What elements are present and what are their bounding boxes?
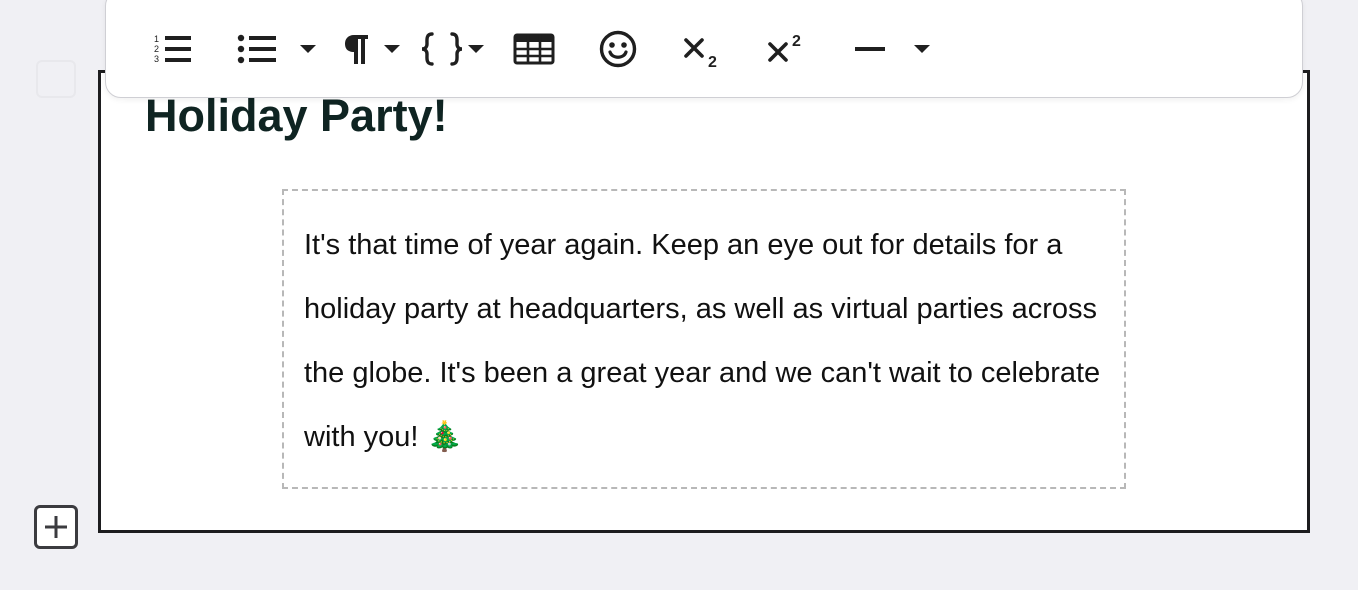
emoji-icon[interactable] — [596, 27, 640, 71]
block-handle[interactable] — [36, 60, 76, 98]
subscript-icon[interactable]: 2 — [680, 27, 726, 73]
chevron-down-icon[interactable] — [380, 39, 404, 59]
svg-text:2: 2 — [708, 54, 717, 71]
horizontal-rule-icon[interactable] — [850, 31, 890, 67]
bulleted-list-icon[interactable] — [234, 29, 280, 69]
table-icon[interactable] — [512, 29, 556, 69]
superscript-icon[interactable]: 2 — [764, 27, 810, 73]
svg-text:3: 3 — [154, 54, 159, 64]
formatting-toolbar: 1 2 3 2 2 — [105, 0, 1303, 98]
ordered-list-icon[interactable]: 1 2 3 — [150, 29, 196, 69]
svg-text:2: 2 — [792, 33, 801, 50]
chevron-down-icon[interactable] — [296, 39, 320, 59]
chevron-down-icon[interactable] — [464, 39, 488, 59]
code-icon[interactable] — [418, 29, 466, 69]
paragraph-icon[interactable] — [340, 29, 374, 69]
paragraph-text[interactable]: It's that time of year again. Keep an ey… — [304, 213, 1104, 469]
svg-text:2: 2 — [154, 44, 159, 54]
chevron-down-icon[interactable] — [910, 39, 934, 59]
plus-icon — [45, 516, 67, 538]
svg-text:1: 1 — [154, 34, 159, 44]
add-block-button[interactable] — [34, 505, 78, 549]
text-block[interactable]: It's that time of year again. Keep an ey… — [282, 189, 1126, 489]
